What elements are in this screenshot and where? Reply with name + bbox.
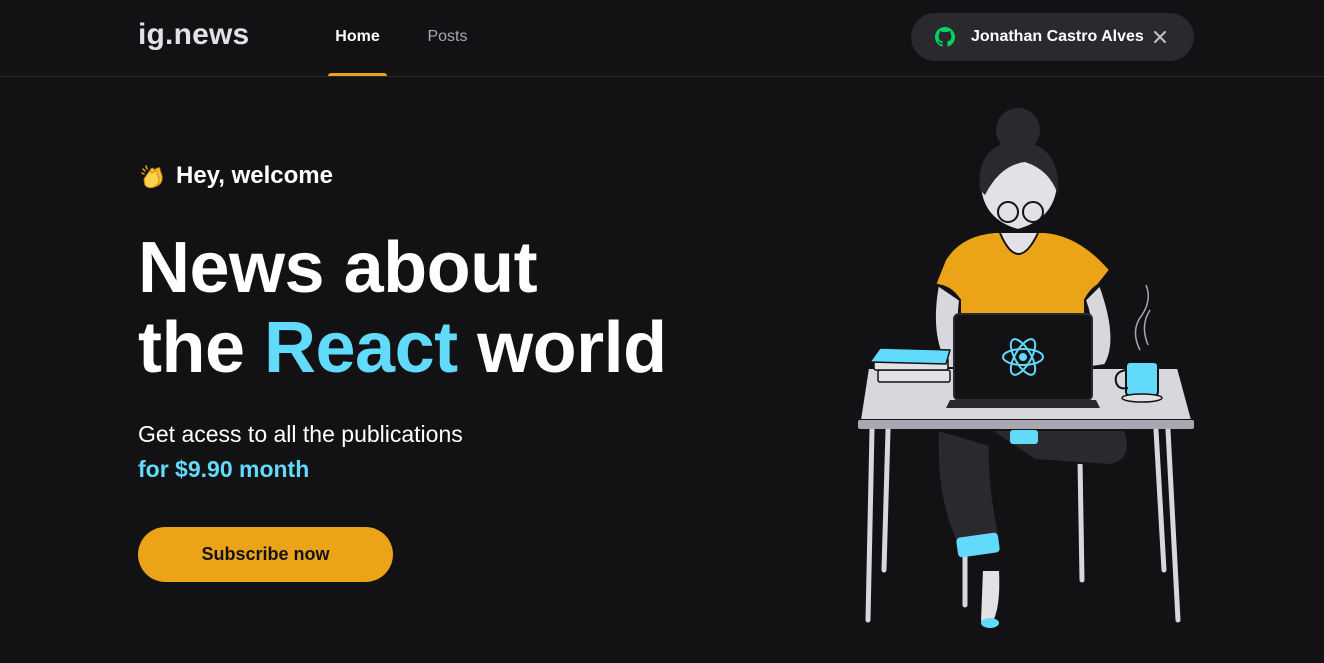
nav-posts[interactable]: Posts xyxy=(420,0,475,76)
nav-posts-label: Posts xyxy=(427,28,468,45)
title-accent: React xyxy=(264,308,458,388)
welcome-text: Hey, welcome xyxy=(176,162,333,189)
logo[interactable]: ig.news xyxy=(138,18,249,52)
top-header: ig.news Home Posts Jonathan Castro Alves xyxy=(0,0,1324,77)
price-text: for $9.90 month xyxy=(138,456,310,482)
nav-home[interactable]: Home xyxy=(328,0,387,76)
woman-at-desk-illustration xyxy=(858,108,1194,628)
active-nav-indicator xyxy=(328,73,387,76)
close-icon[interactable] xyxy=(1152,29,1168,45)
title-line-1: News about xyxy=(138,228,538,308)
nav-home-label: Home xyxy=(335,28,380,45)
subscribe-button[interactable]: Subscribe now xyxy=(138,527,393,582)
user-name: Jonathan Castro Alves xyxy=(971,28,1144,45)
title-line-2-end: world xyxy=(457,308,667,388)
hero-description: Get acess to all the publications xyxy=(138,421,463,447)
welcome-heading: Hey, welcome xyxy=(140,162,333,190)
title-line-2-start: the xyxy=(138,308,265,388)
hero-title: News about the React world xyxy=(138,228,667,388)
sign-out-button[interactable]: Jonathan Castro Alves xyxy=(911,13,1194,61)
github-icon xyxy=(935,27,955,47)
clapping-hands-icon xyxy=(141,165,163,189)
